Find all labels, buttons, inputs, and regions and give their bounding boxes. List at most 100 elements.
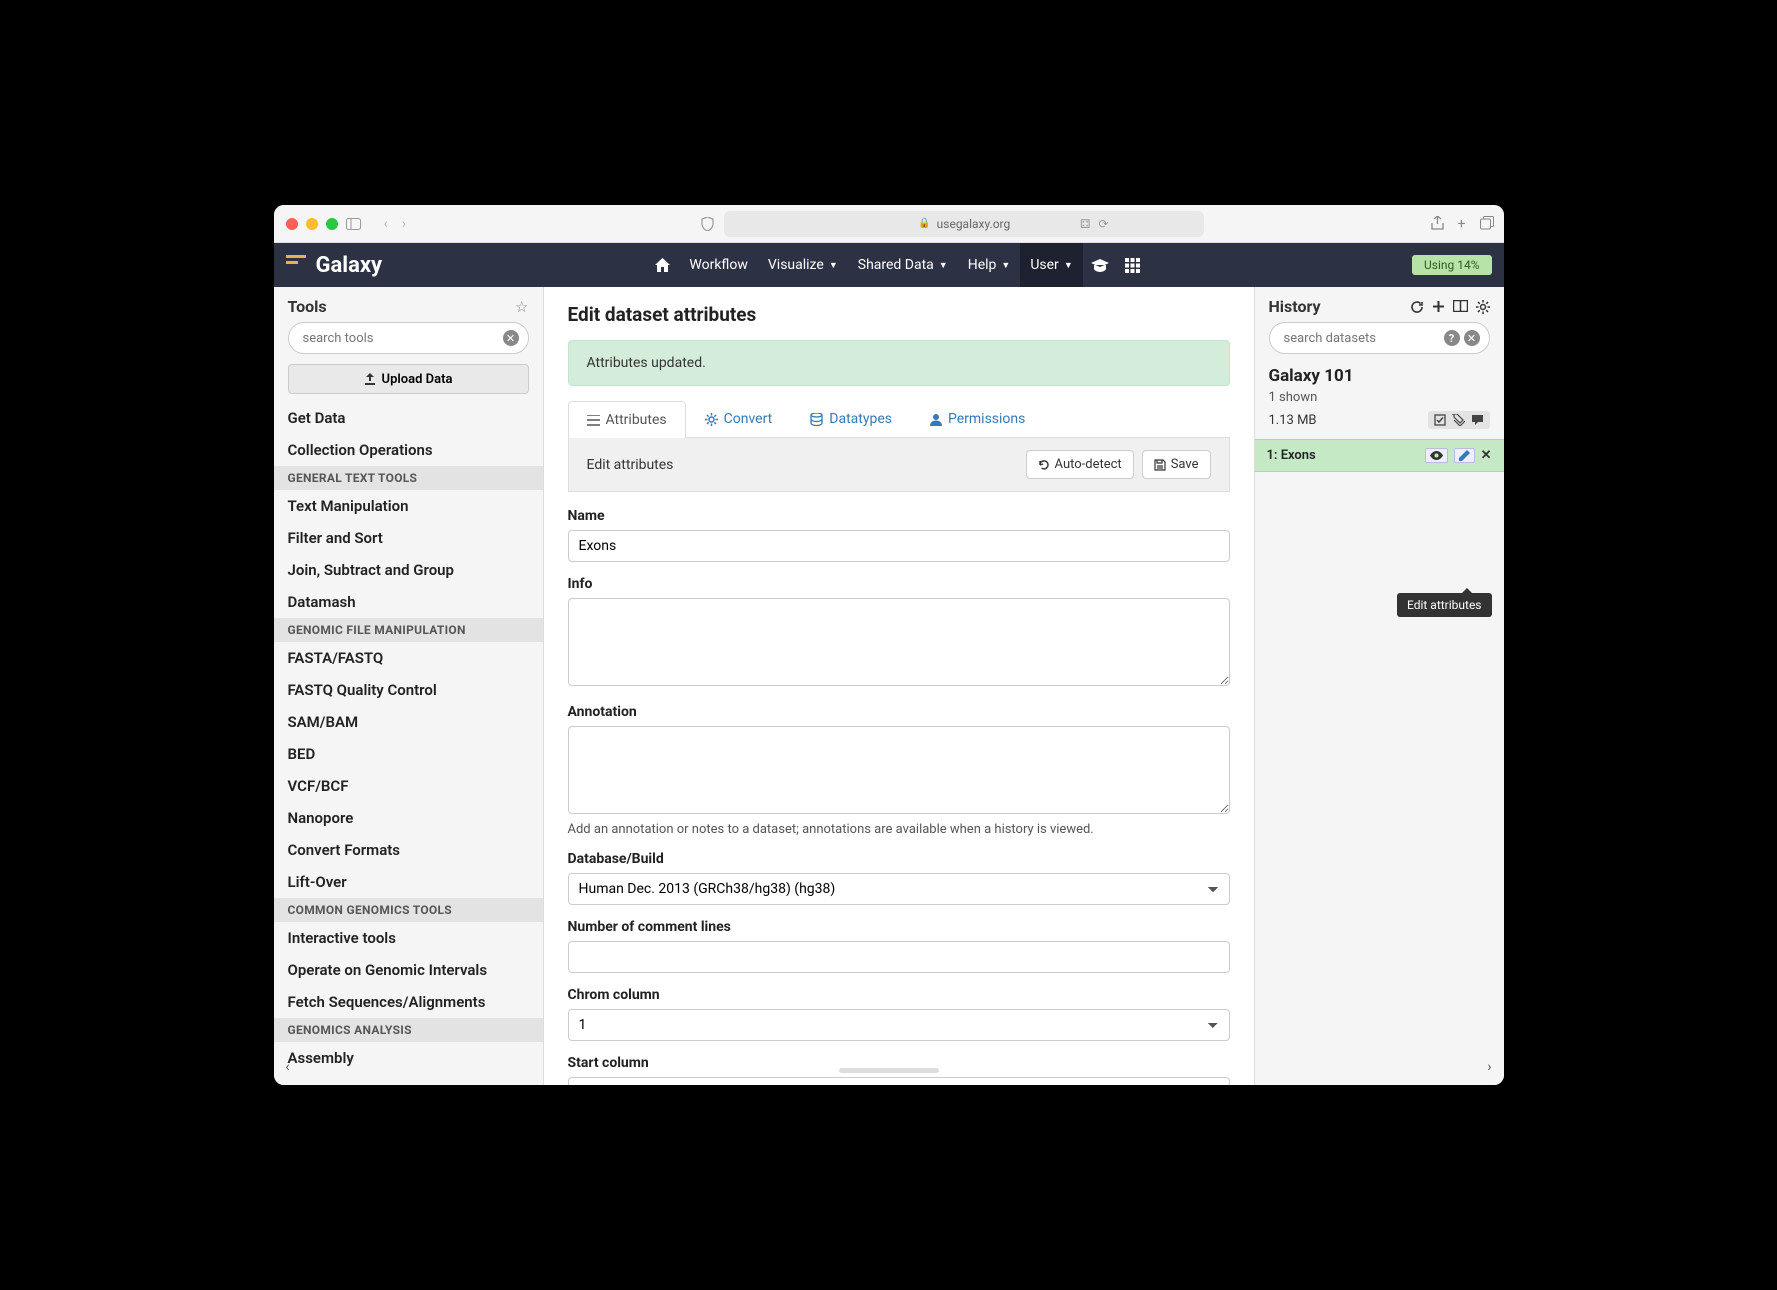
history-size: 1.13 MB: [1269, 413, 1317, 428]
comment-input[interactable]: [568, 941, 1230, 973]
undo-icon: [1038, 459, 1050, 471]
refresh-icon[interactable]: [1410, 300, 1424, 314]
tool-item[interactable]: Lift-Over: [274, 866, 543, 898]
app-navbar: Galaxy Workflow Visualize▼ Shared Data▼ …: [274, 243, 1504, 287]
education-icon[interactable]: [1083, 259, 1117, 272]
tool-item[interactable]: Join, Subtract and Group: [274, 554, 543, 586]
url-text: usegalaxy.org: [937, 217, 1011, 231]
maximize-icon[interactable]: [326, 218, 338, 230]
tool-section: COMMON GENOMICS TOOLS: [274, 898, 543, 922]
nav-workflow[interactable]: Workflow: [679, 243, 758, 287]
db-label: Database/Build: [568, 851, 1230, 867]
back-icon[interactable]: ‹: [384, 216, 388, 232]
tab-permissions[interactable]: Permissions: [911, 400, 1044, 437]
clear-icon[interactable]: ✕: [503, 330, 519, 346]
annotation-icon[interactable]: [1471, 414, 1484, 426]
history-shown: 1 shown: [1255, 390, 1504, 409]
home-icon[interactable]: [646, 258, 679, 273]
tools-panel: Tools ☆ ✕ Upload Data Get DataCollection…: [274, 287, 544, 1085]
tooltip: Edit attributes: [1397, 593, 1492, 617]
nav-user[interactable]: User▼: [1020, 243, 1082, 287]
favorites-icon[interactable]: ☆: [515, 298, 528, 316]
comment-label: Number of comment lines: [568, 919, 1230, 935]
anno-help: Add an annotation or notes to a dataset;…: [568, 822, 1230, 837]
histories-icon[interactable]: [1453, 300, 1468, 314]
info-label: Info: [568, 576, 1230, 592]
reload-icon[interactable]: ⟳: [1098, 217, 1108, 231]
collapse-right-icon[interactable]: ›: [1480, 1057, 1500, 1077]
tab-convert[interactable]: Convert: [686, 400, 792, 437]
user-icon: [930, 413, 942, 426]
main-panel: Edit dataset attributes Attributes updat…: [544, 287, 1254, 1085]
edit-icon[interactable]: [1454, 448, 1475, 463]
new-history-icon[interactable]: [1432, 300, 1445, 314]
tool-item[interactable]: SAM/BAM: [274, 706, 543, 738]
history-name[interactable]: Galaxy 101: [1255, 364, 1504, 390]
start-select[interactable]: 2: [568, 1077, 1230, 1085]
select-icon[interactable]: [1434, 414, 1446, 426]
collapse-left-icon[interactable]: ‹: [278, 1057, 298, 1077]
forward-icon[interactable]: ›: [402, 216, 406, 232]
tools-search-input[interactable]: [288, 322, 529, 354]
anno-textarea[interactable]: [568, 726, 1230, 814]
view-icon[interactable]: [1425, 448, 1448, 463]
tool-item[interactable]: Collection Operations: [274, 434, 543, 466]
tool-item[interactable]: FASTA/FASTQ: [274, 642, 543, 674]
tab-datatypes[interactable]: Datatypes: [791, 400, 911, 437]
nav-arrows: ‹ ›: [384, 216, 406, 232]
tool-item[interactable]: Text Manipulation: [274, 490, 543, 522]
save-icon: [1154, 459, 1166, 471]
db-select[interactable]: Human Dec. 2013 (GRCh38/hg38) (hg38): [568, 873, 1230, 905]
list-icon: [587, 415, 600, 426]
clear-icon[interactable]: ✕: [1464, 330, 1480, 346]
grid-icon[interactable]: [1117, 258, 1148, 273]
tool-item[interactable]: VCF/BCF: [274, 770, 543, 802]
tabset: Attributes Convert Datatypes Permissions: [568, 400, 1230, 438]
minimize-icon[interactable]: [306, 218, 318, 230]
name-input[interactable]: [568, 530, 1230, 562]
save-button[interactable]: Save: [1142, 450, 1211, 479]
url-bar[interactable]: 🔒 usegalaxy.org ⚃ ⟳: [724, 211, 1204, 237]
tags-icon[interactable]: [1452, 414, 1465, 426]
tool-item[interactable]: Filter and Sort: [274, 522, 543, 554]
sidebar-toggle-icon[interactable]: [346, 216, 362, 232]
tool-section: GENOMICS ANALYSIS: [274, 1018, 543, 1042]
share-icon[interactable]: [1431, 216, 1444, 232]
nav-help[interactable]: Help▼: [958, 243, 1021, 287]
tools-title: Tools: [288, 297, 327, 316]
tool-item[interactable]: Convert Formats: [274, 834, 543, 866]
upload-icon: [364, 373, 376, 385]
help-icon[interactable]: ?: [1444, 330, 1460, 346]
page-title: Edit dataset attributes: [568, 303, 1230, 326]
success-alert: Attributes updated.: [568, 340, 1230, 386]
nav-visualize[interactable]: Visualize▼: [758, 243, 848, 287]
tool-item[interactable]: Assembly: [274, 1042, 543, 1074]
translate-icon[interactable]: ⚃: [1080, 217, 1090, 231]
brand[interactable]: Galaxy: [286, 253, 383, 278]
chrom-select[interactable]: 1: [568, 1009, 1230, 1041]
dataset-item[interactable]: 1: Exons ✕: [1255, 439, 1504, 472]
tool-item[interactable]: Datamash: [274, 586, 543, 618]
tabs-icon[interactable]: [1480, 216, 1494, 232]
tool-item[interactable]: FASTQ Quality Control: [274, 674, 543, 706]
tool-item[interactable]: Fetch Sequences/Alignments: [274, 986, 543, 1018]
info-textarea[interactable]: [568, 598, 1230, 686]
titlebar: ‹ › 🔒 usegalaxy.org ⚃ ⟳ +: [274, 205, 1504, 243]
nav-shared-data[interactable]: Shared Data▼: [848, 243, 958, 287]
logo-icon: [286, 255, 306, 275]
name-label: Name: [568, 508, 1230, 524]
chrom-label: Chrom column: [568, 987, 1230, 1003]
newtab-icon[interactable]: +: [1458, 216, 1466, 232]
tool-item[interactable]: BED: [274, 738, 543, 770]
close-icon[interactable]: [286, 218, 298, 230]
options-icon[interactable]: [1476, 300, 1490, 314]
tool-item[interactable]: Operate on Genomic Intervals: [274, 954, 543, 986]
shield-icon[interactable]: [701, 217, 714, 231]
tab-attributes[interactable]: Attributes: [568, 401, 686, 438]
delete-icon[interactable]: ✕: [1481, 448, 1492, 463]
tool-item[interactable]: Nanopore: [274, 802, 543, 834]
tool-item[interactable]: Interactive tools: [274, 922, 543, 954]
upload-button[interactable]: Upload Data: [288, 364, 529, 394]
autodetect-button[interactable]: Auto-detect: [1026, 450, 1134, 479]
tool-item[interactable]: Get Data: [274, 402, 543, 434]
